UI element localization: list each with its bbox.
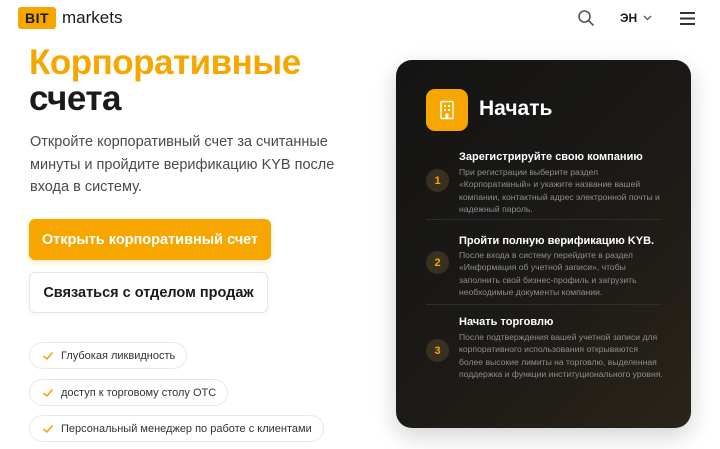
- feature-badge: доступ к торговому столу OTC: [29, 379, 228, 406]
- logo-badge: BIT: [18, 7, 56, 29]
- search-icon[interactable]: [577, 9, 595, 27]
- step-title: Зарегистрируйте свою компанию: [459, 151, 643, 163]
- step-number: 3: [426, 339, 449, 362]
- language-selector[interactable]: ЭН: [620, 11, 652, 25]
- step-description: После входа в систему перейдите в раздел…: [459, 250, 637, 298]
- page-title-line1: Корпоративные: [29, 43, 301, 82]
- building-icon: [440, 100, 454, 120]
- step-title: Пройти полную верификацию KYB.: [459, 235, 655, 247]
- get-started-card: Начать 1 Зарегистрируйте свою компанию П…: [396, 60, 691, 428]
- check-icon: [43, 388, 53, 397]
- check-icon: [43, 424, 53, 433]
- check-icon: [43, 351, 53, 360]
- contact-sales-button[interactable]: Связаться с отделом продаж: [29, 272, 268, 313]
- logo-text: markets: [62, 8, 123, 27]
- step-number: 2: [426, 251, 449, 274]
- hero-description: Откройте корпоративный счет за считанные…: [30, 134, 335, 195]
- feature-label: доступ к торговому столу OTC: [61, 386, 217, 399]
- step-number: 1: [426, 169, 449, 192]
- feature-label: Глубокая ликвидность: [61, 349, 176, 362]
- step-description: При регистрации выберите раздел «Корпора…: [459, 167, 660, 215]
- step-divider: [426, 304, 661, 305]
- building-icon-tile: [426, 89, 468, 131]
- feature-badge: Персональный менеджер по работе с клиент…: [29, 415, 324, 442]
- hamburger-menu-icon[interactable]: [680, 12, 695, 25]
- step-title: Начать торговлю: [459, 316, 554, 328]
- card-title: Начать: [479, 97, 553, 120]
- top-nav: BIT markets ЭН: [0, 0, 720, 36]
- chevron-down-icon: [643, 15, 652, 21]
- page-title-line2: счета: [29, 79, 122, 118]
- feature-label: Персональный менеджер по работе с клиент…: [61, 422, 312, 435]
- bitmarkets-logo[interactable]: BIT markets: [18, 7, 122, 29]
- step-description: После подтверждения вашей учетной записи…: [459, 332, 663, 380]
- language-label: ЭН: [620, 11, 638, 25]
- open-corporate-account-button[interactable]: Открыть корпоративный счет: [29, 219, 271, 260]
- feature-badge: Глубокая ликвидность: [29, 342, 187, 369]
- step-divider: [426, 219, 661, 220]
